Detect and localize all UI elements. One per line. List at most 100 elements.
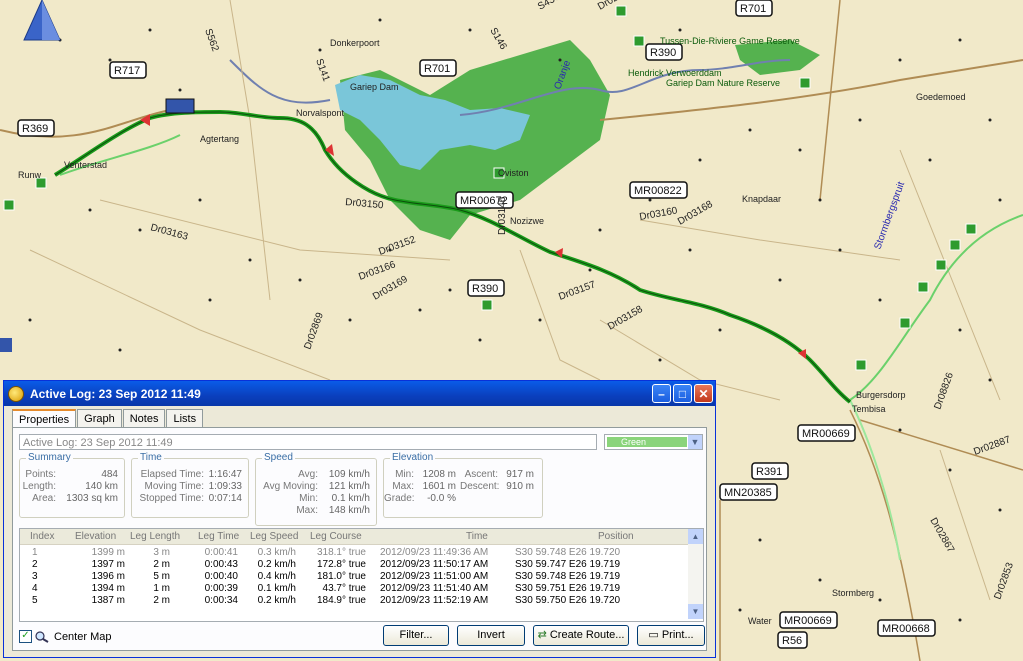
road-shield: R701: [735, 0, 773, 17]
avg-moving-value: 121 km/h: [328, 481, 370, 492]
road-shield-label: R369: [22, 123, 48, 135]
stopped-value: 0:07:14: [208, 493, 242, 504]
table-row[interactable]: 1 1399 m 3 m 0:00:41 0.3 km/h 318.1° true 2012…: [20, 547, 688, 559]
trackpoint-table[interactable]: Index Elevation Leg Length Leg Time Leg …: [19, 528, 704, 622]
road-shield: MR00668: [877, 619, 936, 637]
road-shield: R369: [17, 119, 55, 137]
moving-label: Moving Time:: [144, 481, 204, 492]
scroll-down-icon[interactable]: ▼: [688, 604, 703, 619]
maximize-icon[interactable]: □: [673, 384, 692, 403]
place-label: Venterstad: [64, 160, 107, 170]
col-index[interactable]: Index: [30, 529, 54, 544]
table-cell: 0.2 km/h: [257, 559, 296, 570]
table-cell: S30 59.750 E26 19.720: [515, 595, 621, 606]
area-label: Area:: [32, 493, 56, 504]
max-speed-label: Max:: [296, 505, 318, 516]
tab-notes[interactable]: Notes: [122, 409, 166, 428]
print-button[interactable]: ▭ Print...: [637, 625, 705, 646]
table-cell: 0:00:41: [204, 547, 238, 558]
avg-moving-label: Avg Moving:: [263, 481, 318, 492]
road-shield: MR00669: [779, 611, 838, 629]
time-group: Time Elapsed Time: 1:16:47 Moving Time: 1:…: [131, 452, 249, 518]
road-shield: R701: [419, 59, 457, 77]
avg-speed-value: 109 km/h: [328, 469, 370, 480]
table-cell: 181.0° true: [316, 571, 366, 582]
table-cell: 0:00:34: [204, 595, 238, 606]
magnifier-icon: [35, 630, 49, 643]
moving-value: 1:09:33: [208, 481, 242, 492]
road-shield: R390: [645, 43, 683, 61]
table-cell: 1397 m: [91, 559, 125, 570]
table-cell: S30 59.748 E26 19.720: [515, 547, 621, 558]
minimize-icon[interactable]: –: [652, 384, 671, 403]
print-label: Print...: [661, 629, 694, 641]
col-elevation[interactable]: Elevation: [75, 529, 116, 544]
table-cell: S30 59.751 E26 19.719: [515, 583, 621, 594]
table-cell: 0.1 km/h: [257, 583, 296, 594]
elevation-group: Elevation Min: 1208 m Max: 1601 m Grade: -0…: [383, 452, 543, 518]
table-cell: 1399 m: [91, 547, 125, 558]
road-shield-label: R56: [782, 635, 802, 647]
col-leg-time[interactable]: Leg Time: [198, 529, 239, 544]
track-name-field[interactable]: Active Log: 23 Sep 2012 11:49: [19, 434, 597, 450]
table-row[interactable]: 2 1397 m 2 m 0:00:43 0.2 km/h 172.8° true 2012…: [20, 559, 688, 571]
speed-group: Speed Avg: 109 km/h Avg Moving: 121 km/h M…: [255, 452, 377, 526]
length-value: 140 km: [85, 481, 118, 492]
table-scrollbar[interactable]: ▲ ▼: [688, 529, 703, 619]
place-label: Goedemoed: [916, 92, 966, 102]
table-cell: S30 59.748 E26 19.719: [515, 571, 621, 582]
checkbox-checked-icon[interactable]: ✓: [19, 630, 32, 643]
col-leg-length[interactable]: Leg Length: [130, 529, 180, 544]
descent-value: 910 m: [506, 481, 534, 492]
grade-value: -0.0 %: [427, 493, 456, 504]
printer-icon: ▭: [648, 629, 659, 641]
points-label: Points:: [25, 469, 56, 480]
track-color-select[interactable]: Green ▼: [604, 434, 703, 450]
ascent-value: 917 m: [506, 469, 534, 480]
table-header: Index Elevation Leg Length Leg Time Leg …: [20, 529, 688, 545]
stopped-label: Stopped Time:: [139, 493, 204, 504]
table-cell: 184.9° true: [316, 595, 366, 606]
table-cell: 0.2 km/h: [257, 595, 296, 606]
road-shield-label: R701: [740, 3, 766, 15]
chevron-down-icon[interactable]: ▼: [688, 435, 702, 449]
dialog-title: Active Log: 23 Sep 2012 11:49: [30, 386, 201, 401]
table-cell: 0:00:43: [204, 559, 238, 570]
create-route-label: Create Route...: [549, 629, 625, 641]
table-cell: 2012/09/23 11:51:40 AM: [380, 583, 489, 594]
table-cell: 318.1° true: [316, 547, 366, 558]
table-row[interactable]: 3 1396 m 5 m 0:00:40 0.4 km/h 181.0° true 2012…: [20, 571, 688, 583]
col-leg-course[interactable]: Leg Course: [310, 529, 362, 544]
col-time[interactable]: Time: [466, 529, 488, 544]
table-row[interactable]: 4 1394 m 1 m 0:00:39 0.1 km/h 43.7° true 2012/…: [20, 583, 688, 595]
road-shield: R717: [109, 61, 147, 79]
elapsed-label: Elapsed Time:: [140, 469, 204, 480]
col-leg-speed[interactable]: Leg Speed: [250, 529, 298, 544]
table-cell: 3: [32, 571, 38, 582]
scroll-up-icon[interactable]: ▲: [688, 529, 703, 544]
dialog-titlebar[interactable]: Active Log: 23 Sep 2012 11:49 – □ ✕: [4, 381, 715, 406]
summary-group: Summary Points: 484 Length: 140 km Area: 13…: [19, 452, 125, 518]
create-route-button[interactable]: ⇄ Create Route...: [533, 625, 629, 646]
place-label: Knapdaar: [742, 194, 781, 204]
invert-button[interactable]: Invert: [457, 625, 525, 646]
place-label: Water: [748, 616, 772, 626]
table-cell: 1387 m: [91, 595, 125, 606]
table-row[interactable]: 5 1387 m 2 m 0:00:34 0.2 km/h 184.9° true 2012…: [20, 595, 688, 607]
filter-button[interactable]: Filter...: [383, 625, 449, 646]
place-label: Gariep Dam: [350, 82, 399, 92]
table-cell: 2012/09/23 11:52:19 AM: [380, 595, 489, 606]
table-cell: S30 59.747 E26 19.719: [515, 559, 621, 570]
table-cell: 1 m: [153, 583, 170, 594]
close-icon[interactable]: ✕: [694, 384, 713, 403]
avg-speed-label: Avg:: [298, 469, 318, 480]
tab-graph[interactable]: Graph: [77, 409, 122, 428]
road-shield: R391: [751, 462, 789, 480]
col-position[interactable]: Position: [598, 529, 634, 544]
place-label: Runw: [18, 170, 42, 180]
tab-lists[interactable]: Lists: [166, 409, 204, 428]
road-shield-label: MR00669: [802, 428, 850, 440]
road-shield: MN20385: [719, 483, 778, 501]
road-shield-label: R390: [472, 283, 498, 295]
center-map-checkbox[interactable]: ✓ Center Map: [19, 630, 111, 643]
